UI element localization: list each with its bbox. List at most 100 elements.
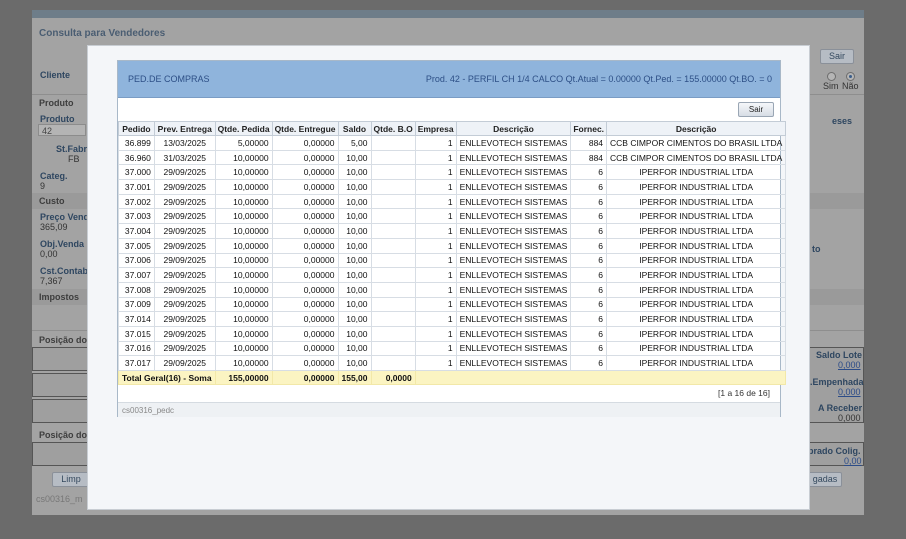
table-cell: 6 (570, 208, 608, 225)
table-cell (370, 281, 416, 298)
table-cell (370, 149, 416, 166)
table-row[interactable]: 37.000 29/09/2025 10,00000 0,00000 10,00 1 ENL… (118, 164, 787, 181)
table-cell: 10,00 (337, 311, 372, 327)
column-header[interactable]: Empresa (414, 121, 457, 136)
table-row[interactable]: 37.017 29/09/2025 10,00000 0,00000 10,00 1 ENL… (118, 355, 787, 371)
table-cell: 1 (414, 340, 457, 357)
modal-dialog: PED.DE COMPRAS Prod. 42 - PERFIL CH 1/4 … (87, 45, 810, 510)
table-cell: IPERFOR INDUSTRIAL LTDA (606, 325, 787, 342)
table-cell: 0,00000 (271, 149, 339, 166)
table-cell: 10,00000 (214, 179, 273, 195)
table-cell: 6 (570, 267, 608, 283)
table-row[interactable]: 37.014 29/09/2025 10,00000 0,00000 10,00 1 ENL… (118, 311, 787, 327)
table-cell: IPERFOR INDUSTRIAL LTDA (606, 237, 787, 254)
bg-sair-button[interactable]: Sair (820, 49, 854, 64)
a-receber-label: A Receber (818, 403, 863, 413)
table-cell: 29/09/2025 (153, 340, 216, 357)
footer-code: cs00316_m (36, 494, 83, 504)
pedidos-table: Pedido Prev. Entrega Qtde. Pedida Qtde. Ent… (118, 121, 787, 385)
table-cell: 37.014 (118, 311, 155, 327)
table-cell: 37.005 (118, 237, 155, 254)
table-cell: ENLLEVOTECH SISTEMAS (455, 149, 572, 166)
column-header[interactable]: Pedido (118, 121, 155, 136)
radio-nao[interactable] (846, 72, 855, 81)
table-row[interactable]: 37.002 29/09/2025 10,00000 0,00000 10,00 1 ENL… (118, 193, 787, 210)
table-cell: 0,00000 (271, 135, 339, 151)
column-header[interactable]: Qtde. Entregue (271, 121, 339, 136)
table-cell: 10,00 (337, 193, 372, 210)
column-header[interactable]: Fornec. (570, 121, 608, 136)
table-row[interactable]: 37.016 29/09/2025 10,00000 0,00000 10,00 1 ENL… (118, 340, 787, 357)
table-cell: 10,00 (337, 179, 372, 195)
table-cell: 0,00000 (271, 223, 339, 239)
table-row[interactable]: 37.007 29/09/2025 10,00000 0,00000 10,00 1 ENL… (118, 267, 787, 283)
table-cell: 0,00000 (271, 193, 339, 210)
preco-vend-value: 365,09 (40, 222, 68, 232)
a-receber-value: 0,000 (838, 413, 861, 423)
comprado-colig-value[interactable]: 0,00 (844, 456, 862, 466)
produto-section-title: Produto (39, 98, 74, 108)
table-row[interactable]: 37.006 29/09/2025 10,00000 0,00000 10,00 1 ENL… (118, 252, 787, 269)
table-cell: 1 (414, 252, 457, 269)
table-cell: 10,00000 (214, 340, 273, 357)
radio-sim-label: Sim (823, 81, 839, 91)
table-row[interactable]: 37.009 29/09/2025 10,00000 0,00000 10,00 1 ENL… (118, 296, 787, 313)
table-cell: ENLLEVOTECH SISTEMAS (455, 355, 572, 371)
table-cell: 13/03/2025 (153, 135, 216, 151)
table-cell: 29/09/2025 (153, 179, 216, 195)
table-cell (370, 135, 416, 151)
table-cell: 10,00000 (214, 267, 273, 283)
column-header[interactable]: Prev. Entrega (153, 121, 216, 136)
table-cell: 29/09/2025 (153, 164, 216, 181)
table-cell: 36.960 (118, 149, 155, 166)
table-cell: 10,00000 (214, 237, 273, 254)
limpar-button[interactable]: Limp (52, 472, 90, 487)
table-row[interactable]: 37.005 29/09/2025 10,00000 0,00000 10,00 1 ENL… (118, 237, 787, 254)
table-row[interactable]: 36.899 13/03/2025 5,00000 0,00000 5,00 1 ENLLE… (118, 135, 787, 151)
table-cell: 29/09/2025 (153, 325, 216, 342)
table-cell (370, 325, 416, 342)
table-cell (370, 208, 416, 225)
posicao-grid-cell (32, 347, 88, 371)
produto-field[interactable]: 42 (38, 124, 86, 136)
table-cell: 10,00 (337, 223, 372, 239)
panel-header: PED.DE COMPRAS Prod. 42 - PERFIL CH 1/4 … (118, 61, 780, 98)
table-cell (370, 237, 416, 254)
table-cell: IPERFOR INDUSTRIAL LTDA (606, 208, 787, 225)
table-row[interactable]: 37.004 29/09/2025 10,00000 0,00000 10,00 1 ENL… (118, 223, 787, 239)
table-cell: IPERFOR INDUSTRIAL LTDA (606, 223, 787, 239)
saldo-lote-value[interactable]: 0,000 (838, 360, 861, 370)
table-row[interactable]: 36.960 31/03/2025 10,00000 0,00000 10,00 1 ENL… (118, 149, 787, 166)
posicao-section-title-2: Posição do (39, 430, 88, 440)
sair-button[interactable]: Sair (738, 102, 774, 117)
column-header[interactable]: Descrição (606, 121, 787, 136)
cst-contab-label: Cst.Contab. (40, 266, 91, 276)
table-cell: 10,00000 (214, 223, 273, 239)
total-cell: 0,0000 (370, 370, 416, 385)
table-cell: 1 (414, 311, 457, 327)
table-cell: 37.001 (118, 179, 155, 195)
table-cell: 10,00 (337, 296, 372, 313)
table-cell: 37.015 (118, 325, 155, 342)
table-cell: ENLLEVOTECH SISTEMAS (455, 296, 572, 313)
column-header[interactable]: Saldo (337, 121, 372, 136)
table-cell: 6 (570, 325, 608, 342)
gadas-button[interactable]: gadas (808, 472, 842, 487)
column-header[interactable]: Qtde. Pedida (214, 121, 273, 136)
table-cell: IPERFOR INDUSTRIAL LTDA (606, 340, 787, 357)
categ-value: 9 (40, 181, 46, 191)
table-row[interactable]: 37.008 29/09/2025 10,00000 0,00000 10,00 1 ENL… (118, 281, 787, 298)
table-cell (370, 355, 416, 371)
radio-sim[interactable] (827, 72, 836, 81)
table-cell: IPERFOR INDUSTRIAL LTDA (606, 296, 787, 313)
table-row[interactable]: 37.001 29/09/2025 10,00000 0,00000 10,00 1 ENL… (118, 179, 787, 195)
table-cell: ENLLEVOTECH SISTEMAS (455, 164, 572, 181)
top-bar (32, 10, 864, 18)
table-cell: 1 (414, 267, 457, 283)
column-header[interactable]: Descrição (455, 121, 572, 136)
table-row[interactable]: 37.015 29/09/2025 10,00000 0,00000 10,00 1 ENL… (118, 325, 787, 342)
empenhada-value[interactable]: 0,000 (838, 387, 861, 397)
table-cell: 29/09/2025 (153, 281, 216, 298)
table-row[interactable]: 37.003 29/09/2025 10,00000 0,00000 10,00 1 ENL… (118, 208, 787, 225)
column-header[interactable]: Qtde. B.O (370, 121, 416, 136)
